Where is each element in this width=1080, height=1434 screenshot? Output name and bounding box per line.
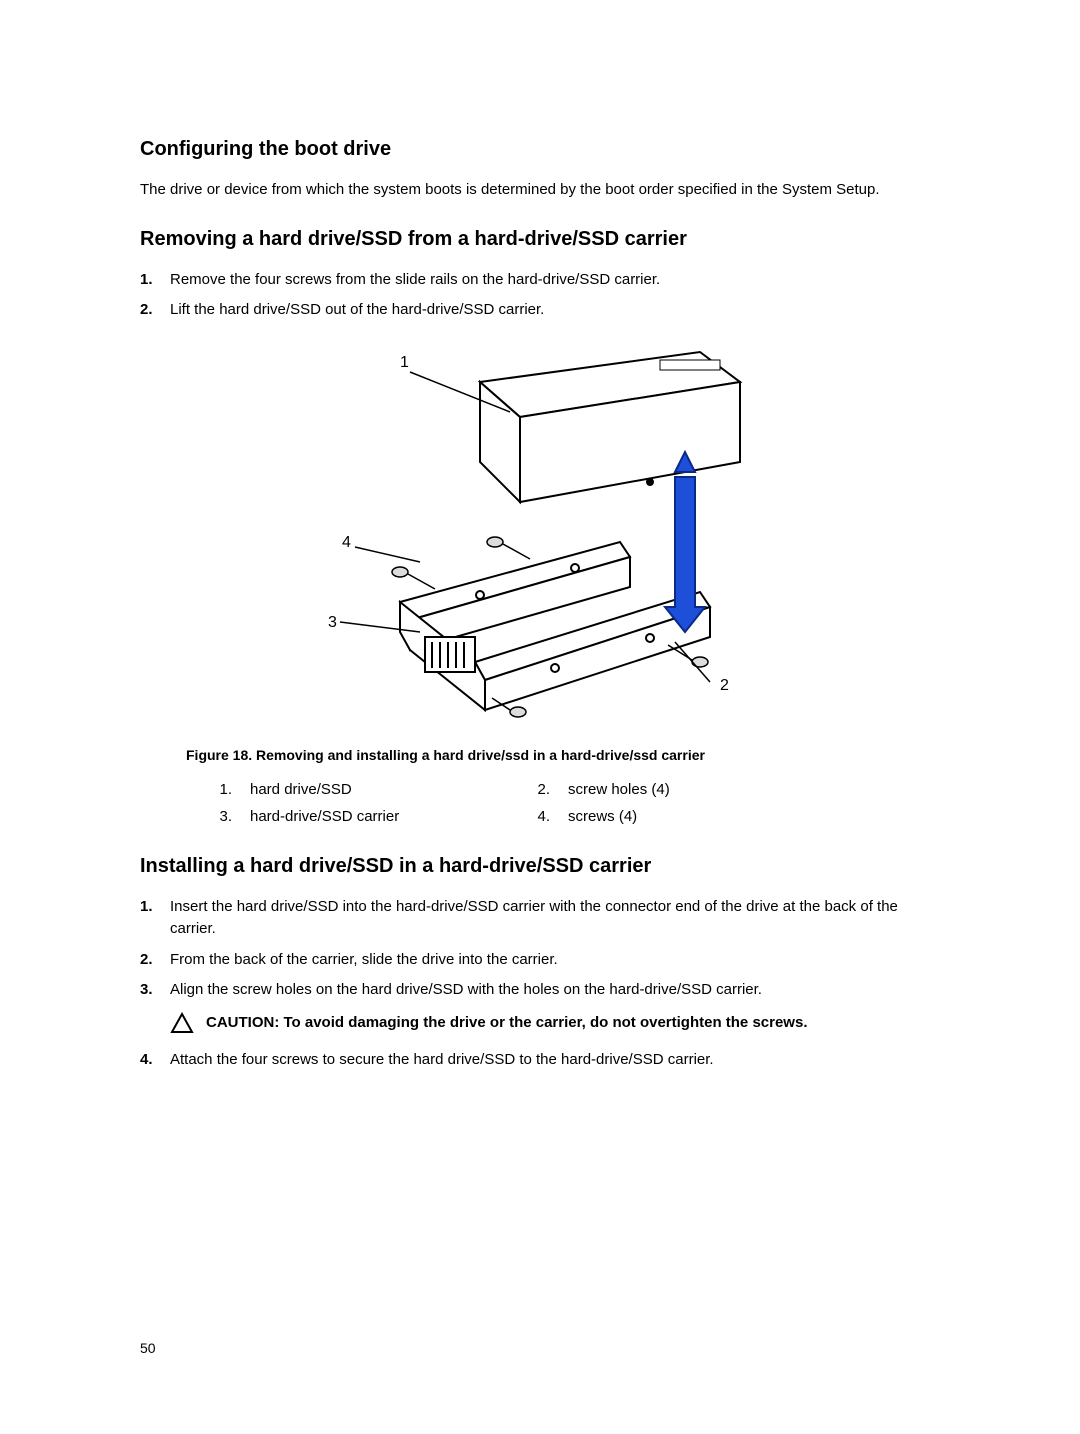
list-item: 1. Remove the four screws from the slide… xyxy=(140,269,940,292)
list-text: Align the screw holes on the hard drive/… xyxy=(170,979,940,1002)
ssd-carrier xyxy=(400,542,710,710)
list-item: 1. Insert the hard drive/SSD into the ha… xyxy=(140,896,940,941)
legend-text: hard-drive/SSD carrier xyxy=(250,808,510,825)
list-text: Insert the hard drive/SSD into the hard-… xyxy=(170,896,940,941)
legend-text: hard drive/SSD xyxy=(250,781,510,798)
caution-text: CAUTION: To avoid damaging the drive or … xyxy=(206,1012,808,1035)
figure-caption: Figure 18. Removing and installing a har… xyxy=(186,747,940,763)
list-number: 2. xyxy=(140,949,170,972)
body-text: The drive or device from which the syste… xyxy=(140,179,940,202)
callout-2: 2 xyxy=(720,677,729,694)
list-text: Lift the hard drive/SSD out of the hard-… xyxy=(170,299,940,322)
legend-num: 3. xyxy=(210,808,232,825)
list-number: 1. xyxy=(140,269,170,292)
list-item: 2. Lift the hard drive/SSD out of the ha… xyxy=(140,299,940,322)
list-number: 1. xyxy=(140,896,170,941)
list-number: 4. xyxy=(140,1049,170,1072)
section-heading-installing: Installing a hard drive/SSD in a hard-dr… xyxy=(140,855,940,878)
list-text: Attach the four screws to secure the har… xyxy=(170,1049,940,1072)
legend-num: 4. xyxy=(528,808,550,825)
ssd-drive xyxy=(480,352,740,502)
list-number: 3. xyxy=(140,979,170,1002)
list-text: From the back of the carrier, slide the … xyxy=(170,949,940,972)
section-heading-removing: Removing a hard drive/SSD from a hard-dr… xyxy=(140,228,940,251)
list-item: 2. From the back of the carrier, slide t… xyxy=(140,949,940,972)
page-number: 50 xyxy=(140,1340,156,1356)
callout-3: 3 xyxy=(328,614,337,631)
caution-icon xyxy=(170,1012,198,1039)
legend-num: 1. xyxy=(210,781,232,798)
caution-row: CAUTION: To avoid damaging the drive or … xyxy=(170,1012,940,1039)
legend-text: screws (4) xyxy=(568,808,768,825)
section-heading-configuring: Configuring the boot drive xyxy=(140,138,940,161)
list-item: 3. Align the screw holes on the hard dri… xyxy=(140,979,940,1002)
steps-list-installing: 1. Insert the hard drive/SSD into the ha… xyxy=(140,896,940,1072)
figure-container: 1 2 3 4 xyxy=(140,342,940,727)
figure-illustration: 1 2 3 4 xyxy=(280,342,800,722)
figure-legend: 1. hard drive/SSD 2. screw holes (4) 3. … xyxy=(210,781,940,825)
callout-1: 1 xyxy=(400,354,409,371)
legend-text: screw holes (4) xyxy=(568,781,768,798)
legend-num: 2. xyxy=(528,781,550,798)
list-number: 2. xyxy=(140,299,170,322)
callout-4: 4 xyxy=(342,534,351,551)
list-text: Remove the four screws from the slide ra… xyxy=(170,269,940,292)
steps-list-removing: 1. Remove the four screws from the slide… xyxy=(140,269,940,322)
list-item: 4. Attach the four screws to secure the … xyxy=(140,1049,940,1072)
